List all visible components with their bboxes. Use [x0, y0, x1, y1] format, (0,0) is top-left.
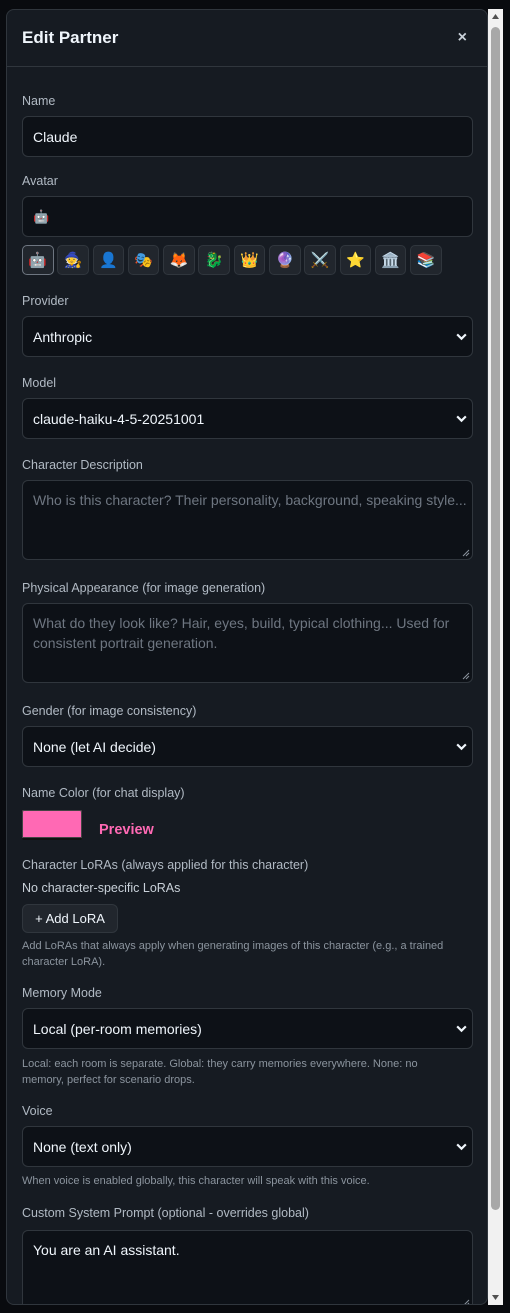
loras-empty-text: No character-specific LoRAs	[22, 881, 181, 895]
provider-label: Provider	[22, 294, 69, 308]
chevron-down-icon	[456, 415, 467, 423]
chevron-down-icon	[456, 1025, 467, 1033]
description-label: Character Description	[22, 458, 143, 472]
avatar-input[interactable]: 🤖	[22, 196, 473, 237]
name-color-preview: Preview	[99, 822, 154, 838]
chevron-down-icon	[456, 743, 467, 751]
appearance-placeholder: What do they look like? Hair, eyes, buil…	[33, 615, 450, 651]
model-select[interactable]: claude-haiku-4-5-20251001	[22, 398, 473, 439]
memory-mode-hint: Local: each room is separate. Global: th…	[22, 1058, 418, 1086]
resize-handle-icon[interactable]	[462, 1299, 470, 1305]
system-prompt-label: Custom System Prompt (optional - overrid…	[22, 1206, 309, 1220]
scrollbar-thumb[interactable]	[491, 27, 500, 1210]
memory-mode-select[interactable]: Local (per-room memories)	[22, 1008, 473, 1049]
system-prompt-textarea[interactable]: You are an AI assistant.	[22, 1230, 473, 1305]
memory-mode-label: Memory Mode	[22, 986, 102, 1000]
avatar-option[interactable]: 🐉	[198, 245, 230, 275]
chevron-down-icon	[456, 1143, 467, 1151]
avatar-option[interactable]: 📚	[410, 245, 442, 275]
avatar-option[interactable]: 🤖	[22, 245, 54, 275]
provider-value: Anthropic	[33, 328, 93, 345]
avatar-picker: 🤖 🧙 👤 🎭 🦊 🐉 👑 🔮 ⚔️ ⭐ 🏛️ 📚	[22, 245, 442, 275]
chevron-down-icon	[456, 333, 467, 341]
scrollbar[interactable]	[488, 9, 503, 1305]
avatar-option[interactable]: 🔮	[269, 245, 301, 275]
name-color-label: Name Color (for chat display)	[22, 786, 185, 800]
resize-handle-icon[interactable]	[462, 672, 470, 680]
modal-header: Edit Partner ×	[7, 10, 487, 67]
avatar-option[interactable]: 👑	[233, 245, 266, 275]
provider-select[interactable]: Anthropic	[22, 316, 473, 357]
voice-select[interactable]: None (text only)	[22, 1126, 473, 1167]
close-button[interactable]: ×	[454, 27, 471, 49]
loras-hint: Add LoRAs that always apply when generat…	[22, 940, 444, 968]
avatar-option[interactable]: 🏛️	[374, 245, 407, 275]
model-label: Model	[22, 376, 57, 390]
add-lora-button[interactable]: + Add LoRA	[22, 904, 118, 933]
avatar-option[interactable]: 🎭	[127, 245, 160, 275]
voice-value: None (text only)	[33, 1138, 132, 1155]
avatar-option[interactable]: 👤	[92, 245, 125, 275]
avatar-option[interactable]: ⚔️	[304, 245, 336, 275]
name-color-picker[interactable]	[22, 810, 82, 840]
appearance-label: Physical Appearance (for image generatio…	[22, 581, 266, 595]
scroll-up-arrow-icon[interactable]	[488, 9, 503, 24]
name-label: Name	[22, 94, 56, 108]
name-input[interactable]: Claude	[22, 116, 473, 157]
voice-hint: When voice is enabled globally, this cha…	[22, 1175, 370, 1187]
appearance-textarea[interactable]: What do they look like? Hair, eyes, buil…	[22, 603, 473, 683]
avatar-option[interactable]: ⭐	[339, 245, 372, 275]
system-prompt-value: You are an AI assistant.	[33, 1242, 180, 1258]
gender-value: None (let AI decide)	[33, 738, 156, 755]
voice-label: Voice	[22, 1104, 53, 1118]
gender-label: Gender (for image consistency)	[22, 704, 197, 718]
gender-select[interactable]: None (let AI decide)	[22, 726, 473, 767]
avatar-option[interactable]: 🦊	[163, 245, 195, 275]
loras-label: Character LoRAs (always applied for this…	[22, 858, 309, 872]
description-textarea[interactable]: Who is this character? Their personality…	[22, 480, 473, 560]
edit-partner-modal: Edit Partner × Name Claude Avatar 🤖 🤖 🧙 👤 🎭…	[6, 9, 488, 1305]
resize-handle-icon[interactable]	[462, 549, 470, 557]
avatar-option[interactable]: 🧙	[57, 245, 89, 275]
description-placeholder: Who is this character? Their personality…	[33, 492, 467, 508]
model-value: claude-haiku-4-5-20251001	[33, 410, 205, 427]
scroll-down-arrow-icon[interactable]	[488, 1290, 503, 1305]
memory-mode-value: Local (per-room memories)	[33, 1020, 202, 1037]
avatar-label: Avatar	[22, 174, 58, 188]
modal-title: Edit Partner	[22, 28, 119, 47]
